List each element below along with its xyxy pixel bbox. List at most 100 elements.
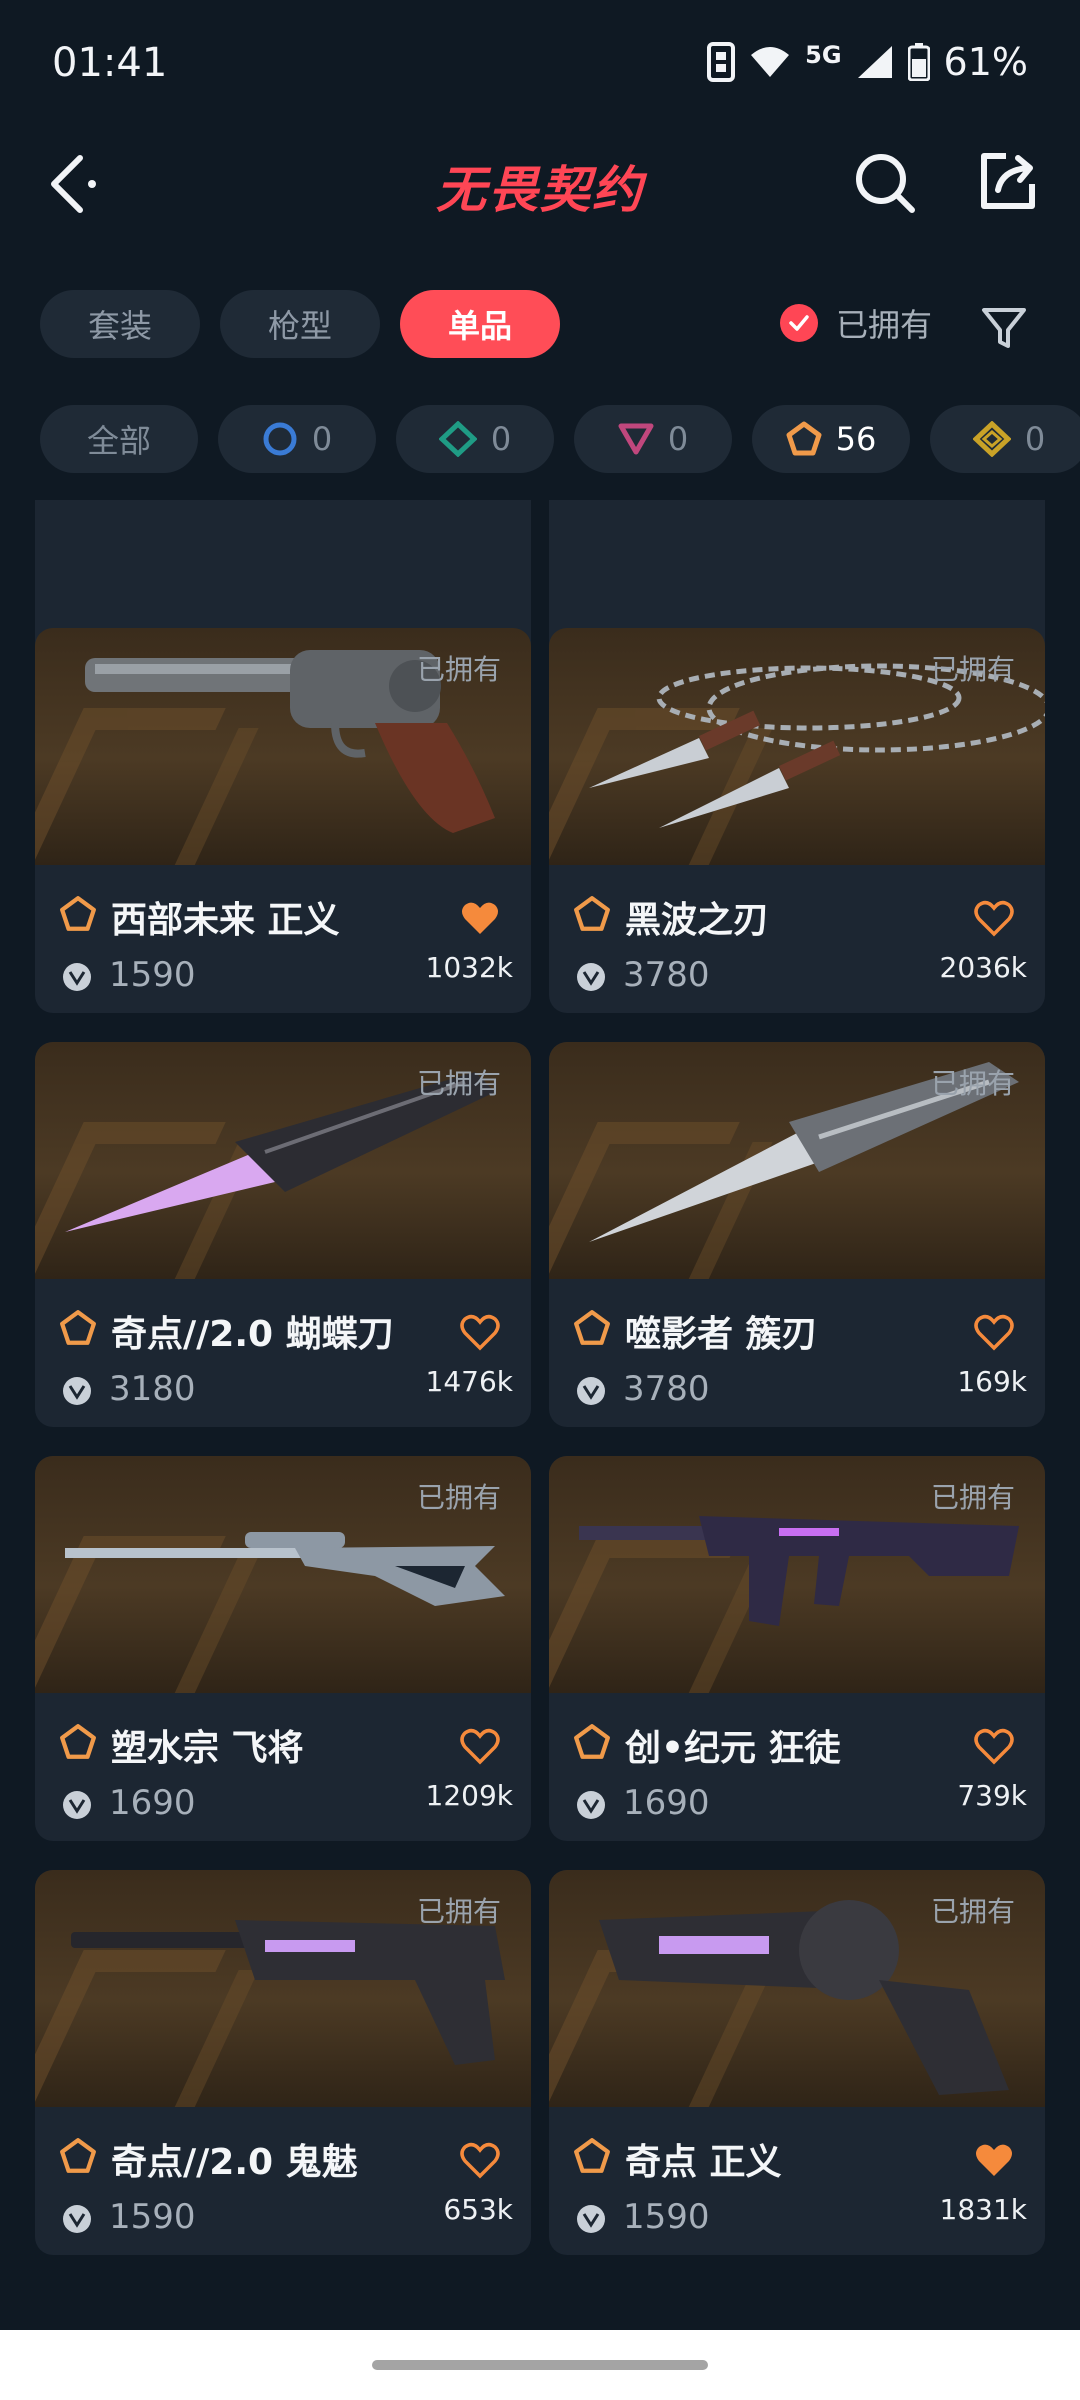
status-time: 01:41 bbox=[52, 40, 168, 86]
like-count: 1831k bbox=[939, 2193, 1027, 2226]
heart-outline-icon[interactable] bbox=[973, 897, 1015, 939]
chip-exclusive-tier[interactable]: 56 bbox=[752, 405, 910, 473]
skin-image: 已拥有 bbox=[549, 628, 1045, 865]
exclusive-tier-icon bbox=[574, 2138, 610, 2173]
skin-price: 1590 bbox=[623, 2197, 710, 2237]
like-count: 169k bbox=[957, 1365, 1027, 1398]
signal-icon bbox=[857, 46, 892, 78]
skin-image: 已拥有 bbox=[35, 1456, 531, 1693]
card-info: 黑波之刃 3780 2036k bbox=[549, 865, 1045, 1013]
owned-tag: 已拥有 bbox=[930, 1067, 1015, 1100]
skin-name: 西部未来 正义 bbox=[111, 900, 340, 941]
filter-icon[interactable] bbox=[978, 302, 1030, 354]
chip-count: 0 bbox=[490, 420, 512, 458]
chip-count: 0 bbox=[667, 420, 689, 458]
skin-price: 1690 bbox=[109, 1783, 196, 1823]
owned-tag: 已拥有 bbox=[930, 653, 1015, 686]
skin-card[interactable]: 已拥有 黑波之刃 3780 2036k bbox=[549, 628, 1045, 1013]
skin-card[interactable]: 已拥有 奇点//2.0 鬼魅 1590 653k bbox=[35, 1870, 531, 2255]
exclusive-tier-icon bbox=[60, 2138, 96, 2173]
like-count: 653k bbox=[443, 2193, 513, 2226]
heart-filled-icon[interactable] bbox=[459, 897, 501, 939]
skin-card[interactable]: 已拥有 西部未来 正义 1590 1032k bbox=[35, 628, 531, 1013]
skin-price: 1690 bbox=[623, 1783, 710, 1823]
share-icon[interactable] bbox=[972, 146, 1042, 216]
skin-card[interactable]: 已拥有 噬影者 簇刃 3780 169k bbox=[549, 1042, 1045, 1427]
heart-outline-icon[interactable] bbox=[973, 1725, 1015, 1767]
skin-name: 黑波之刃 bbox=[625, 900, 770, 941]
skin-card[interactable]: 已拥有 塑水宗 飞将 1690 1209k bbox=[35, 1456, 531, 1841]
valorant-points-icon bbox=[63, 963, 91, 991]
owned-tag: 已拥有 bbox=[416, 1895, 501, 1928]
skin-price: 3780 bbox=[623, 955, 710, 995]
skin-card[interactable]: 已拥有 奇点 正义 1590 1831k bbox=[549, 1870, 1045, 2255]
owned-filter-label: 已拥有 bbox=[836, 306, 933, 344]
heart-outline-icon[interactable] bbox=[459, 1311, 501, 1353]
card-info: 西部未来 正义 1590 1032k bbox=[35, 865, 531, 1013]
skin-image: 已拥有 bbox=[35, 1042, 531, 1279]
rarity-filter-chips: 全部 0 0 0 56 0 bbox=[40, 405, 1080, 473]
chip-ultra-tier[interactable]: 0 bbox=[930, 405, 1080, 473]
owned-filter-toggle[interactable]: 已拥有 bbox=[780, 300, 932, 346]
skin-card[interactable]: 已拥有 奇点//2.0 蝴蝶刀 3180 1476k bbox=[35, 1042, 531, 1427]
skin-price: 3180 bbox=[109, 1369, 196, 1409]
valorant-points-icon bbox=[577, 1791, 605, 1819]
select-tier-icon bbox=[263, 422, 297, 456]
skin-name: 创•纪元 狂徒 bbox=[625, 1728, 841, 1769]
heart-outline-icon[interactable] bbox=[973, 1311, 1015, 1353]
owned-tag: 已拥有 bbox=[416, 653, 501, 686]
exclusive-tier-icon bbox=[574, 1310, 610, 1345]
battery-icon bbox=[907, 43, 930, 81]
valorant-points-icon bbox=[577, 963, 605, 991]
skin-name: 噬影者 簇刃 bbox=[625, 1314, 818, 1355]
home-indicator[interactable] bbox=[372, 2360, 708, 2370]
like-count: 2036k bbox=[939, 951, 1027, 984]
search-icon[interactable] bbox=[850, 148, 920, 218]
owned-tag: 已拥有 bbox=[416, 1067, 501, 1100]
heart-outline-icon[interactable] bbox=[459, 2139, 501, 2181]
skin-image: 已拥有 bbox=[35, 1870, 531, 2107]
chip-premium-tier[interactable]: 0 bbox=[574, 405, 732, 473]
exclusive-tier-icon bbox=[786, 421, 822, 456]
card-info: 奇点 正义 1590 1831k bbox=[549, 2107, 1045, 2255]
wifi-icon bbox=[751, 47, 790, 77]
heart-filled-icon[interactable] bbox=[973, 2139, 1015, 2181]
skin-image: 已拥有 bbox=[35, 628, 531, 865]
valorant-points-icon bbox=[577, 2205, 605, 2233]
owned-tag: 已拥有 bbox=[930, 1895, 1015, 1928]
valorant-points-icon bbox=[63, 1791, 91, 1819]
skin-price: 1590 bbox=[109, 955, 196, 995]
skin-card[interactable]: 已拥有 创•纪元 狂徒 1690 739k bbox=[549, 1456, 1045, 1841]
like-count: 739k bbox=[957, 1779, 1027, 1812]
tab-bundles[interactable]: 套装 bbox=[40, 290, 200, 358]
skin-image: 已拥有 bbox=[549, 1456, 1045, 1693]
skin-name: 奇点 正义 bbox=[625, 2142, 782, 2183]
card-info: 噬影者 簇刃 3780 169k bbox=[549, 1279, 1045, 1427]
exclusive-tier-icon bbox=[574, 896, 610, 931]
skin-grid: 1590 923k 3180 1353k 已拥有 西部未来 正义 bbox=[0, 500, 1080, 2320]
card-info: 奇点//2.0 蝴蝶刀 3180 1476k bbox=[35, 1279, 531, 1427]
exclusive-tier-icon bbox=[574, 1724, 610, 1759]
skin-image: 已拥有 bbox=[549, 1042, 1045, 1279]
owned-tag: 已拥有 bbox=[416, 1481, 501, 1514]
ultra-tier-icon bbox=[972, 421, 1011, 457]
heart-outline-icon[interactable] bbox=[459, 1725, 501, 1767]
like-count: 1032k bbox=[425, 951, 513, 984]
check-icon bbox=[780, 304, 818, 342]
chip-select-tier[interactable]: 0 bbox=[218, 405, 376, 473]
chip-deluxe-tier[interactable]: 0 bbox=[396, 405, 554, 473]
tab-single-items[interactable]: 单品 bbox=[400, 290, 560, 358]
status-icons: 5G 61% bbox=[707, 40, 1028, 84]
skin-price: 3780 bbox=[623, 1369, 710, 1409]
chip-count: 0 bbox=[1024, 420, 1046, 458]
card-info: 奇点//2.0 鬼魅 1590 653k bbox=[35, 2107, 531, 2255]
tab-weapon-type[interactable]: 枪型 bbox=[220, 290, 380, 358]
exclusive-tier-icon bbox=[60, 896, 96, 931]
card-info: 创•纪元 狂徒 1690 739k bbox=[549, 1693, 1045, 1841]
deluxe-tier-icon bbox=[438, 421, 477, 457]
valorant-points-icon bbox=[577, 1377, 605, 1405]
like-count: 1476k bbox=[425, 1365, 513, 1398]
owned-tag: 已拥有 bbox=[930, 1481, 1015, 1514]
exclusive-tier-icon bbox=[60, 1724, 96, 1759]
chip-all[interactable]: 全部 bbox=[40, 405, 198, 473]
